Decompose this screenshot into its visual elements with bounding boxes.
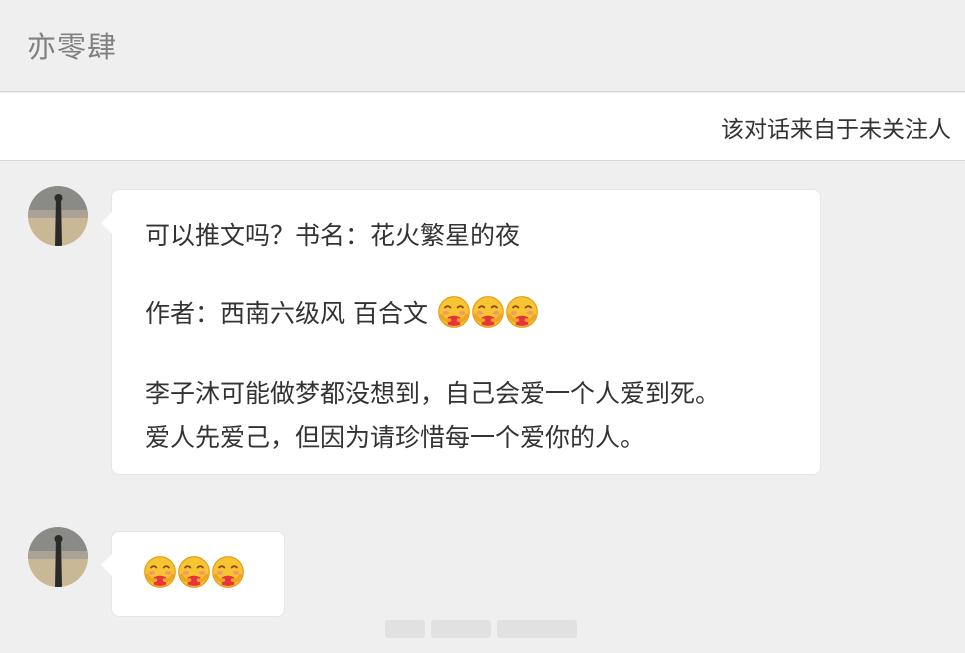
message-bubble[interactable]: 可以推文吗？书名：花火繁星的夜 作者：西南六级风 百合文 李子沐可能做梦都没想到… (101, 189, 821, 475)
message-line: 作者：西南六级风 百合文 (145, 299, 428, 328)
faded-watermark (385, 620, 577, 638)
emoji-group (436, 294, 538, 330)
message-line: 李子沐可能做梦都没想到，自己会爱一个人爱到死。 (145, 379, 721, 408)
message-line: 可以推文吗？书名：花火繁星的夜 (145, 221, 521, 250)
message-bubble[interactable] (101, 531, 285, 617)
hug-emoji-icon (504, 294, 540, 330)
avatar-image (28, 186, 88, 246)
hug-emoji-icon (176, 554, 212, 590)
hug-emoji-icon (470, 294, 506, 330)
hug-emoji-icon (436, 294, 472, 330)
message-line: 爱人先爱己，但因为请珍惜每一个爱你的人。 (145, 423, 646, 452)
message-line-row: 作者：西南六级风 百合文 (145, 294, 538, 330)
hug-emoji-icon (210, 554, 246, 590)
conversation-header: 亦零肆 (0, 0, 965, 92)
stranger-notice-text: 该对话来自于未关注人 (721, 117, 951, 143)
hug-emoji-icon (142, 554, 178, 590)
emoji-group (142, 554, 244, 590)
avatar[interactable] (28, 527, 88, 587)
avatar-image (28, 527, 88, 587)
contact-name[interactable]: 亦零肆 (27, 24, 117, 66)
avatar[interactable] (28, 186, 88, 246)
stranger-notice-bar: 该对话来自于未关注人 (0, 93, 965, 161)
